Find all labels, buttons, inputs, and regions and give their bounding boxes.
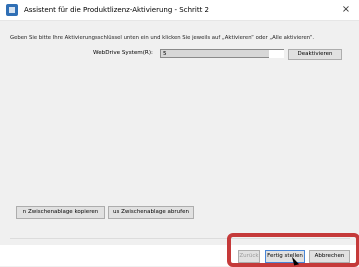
- app-icon: [6, 4, 18, 16]
- copy-to-clipboard-button[interactable]: n Zwischenablage kopieren: [16, 206, 105, 219]
- wizard-window: Assistent für die Produktlizenz-Aktivier…: [0, 0, 359, 267]
- paste-from-clipboard-button[interactable]: us Zwischenablage abrufen: [108, 206, 194, 219]
- webdrive-system-label: WebDrive System(R):: [93, 50, 153, 56]
- close-icon[interactable]: ×: [339, 2, 353, 18]
- activation-key-field-end: [269, 50, 284, 58]
- instruction-text: Geben Sie bitte Ihre Aktivierungsschlüss…: [10, 35, 315, 41]
- activation-key-input[interactable]: 5: [160, 49, 284, 58]
- window-title: Assistent für die Produktlizenz-Aktivier…: [24, 6, 210, 14]
- title-bar: Assistent für die Produktlizenz-Aktivier…: [0, 0, 359, 21]
- wizard-content: Geben Sie bitte Ihre Aktivierungsschlüss…: [0, 21, 359, 245]
- deactivate-button[interactable]: Deaktivieren: [288, 49, 342, 60]
